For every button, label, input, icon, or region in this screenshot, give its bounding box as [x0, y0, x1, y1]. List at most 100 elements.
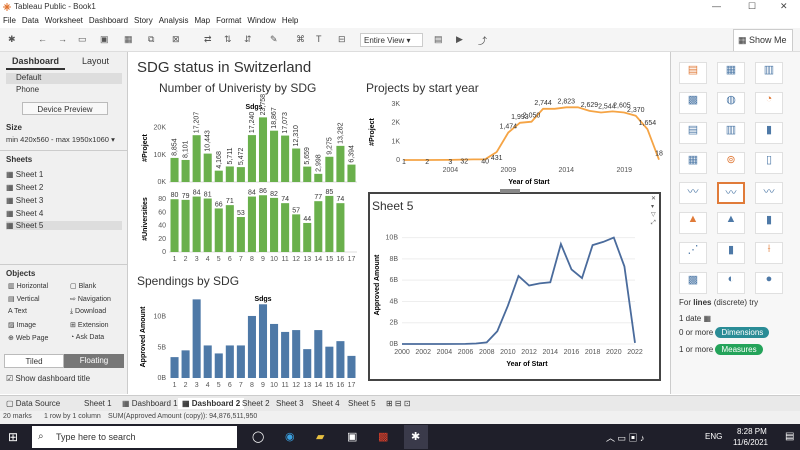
device-phone[interactable]: Phone — [16, 85, 39, 94]
taskbar-search[interactable]: ⌕ Type here to search — [32, 426, 237, 448]
menu-window[interactable]: Window — [244, 14, 278, 27]
labels-icon[interactable]: T — [316, 34, 322, 44]
size-select[interactable]: min 420x560 - max 1950x1060 ▾ — [6, 135, 115, 144]
show-cards-icon[interactable]: ▤ — [434, 34, 443, 45]
object-text[interactable]: A Text — [8, 308, 27, 315]
dual-lines-icon[interactable]: 〰 — [755, 182, 783, 204]
floating-button[interactable]: Floating — [64, 354, 124, 368]
tableau-home-icon[interactable]: ✱ — [8, 34, 16, 45]
container-controls[interactable]: ✕ ▾ ▽ ⤢ — [651, 195, 656, 227]
tab-sheet-4[interactable]: Sheet 4 — [308, 398, 344, 409]
swap-icon[interactable]: ⇄ — [204, 34, 212, 45]
highlight-table-icon[interactable]: ▥ — [755, 62, 783, 84]
object-horizontal[interactable]: ▥ Horizontal — [8, 282, 48, 290]
show-me-button[interactable]: ▦ Show Me — [733, 29, 793, 51]
circle-views-icon[interactable]: ⊚ — [717, 152, 745, 174]
symbol-map-icon[interactable]: ▩ — [679, 92, 707, 114]
clear-sheet-icon[interactable]: ⊠ — [172, 34, 180, 45]
heat-map-icon[interactable]: ▦ — [717, 62, 745, 84]
minimize-icon[interactable]: — — [712, 1, 721, 11]
object-web-page[interactable]: ⊕ Web Page — [8, 334, 48, 342]
bullet-icon[interactable]: ◐ — [717, 272, 745, 294]
close-icon[interactable]: ✕ — [780, 1, 788, 12]
tab-sheet-5[interactable]: Sheet 5 — [344, 398, 380, 409]
task-view-icon[interactable]: ◯ — [252, 430, 264, 443]
sheet-item-1[interactable]: ▦ Sheet 1 — [6, 170, 43, 179]
horizontal-bars-icon[interactable]: ▤ — [679, 122, 707, 144]
histogram-icon[interactable]: ▮ — [717, 242, 745, 264]
share-icon[interactable]: ⤴ — [478, 34, 487, 47]
device-default[interactable]: Default — [6, 73, 122, 84]
side-by-side-circles-icon[interactable]: ▯ — [755, 152, 783, 174]
tray-icons[interactable]: ︿ ▭ ▣ ♪ — [606, 431, 645, 444]
gantt-icon[interactable]: ▩ — [679, 272, 707, 294]
menu-format[interactable]: Format — [213, 14, 244, 27]
object-download[interactable]: ⤓ Download — [70, 308, 106, 316]
new-datasource-icon[interactable]: ▣ — [100, 34, 109, 45]
edge-icon[interactable]: ◉ — [285, 430, 295, 443]
tab-sheet-1[interactable]: Sheet 1 — [80, 398, 116, 409]
sheet-item-3[interactable]: ▦ Sheet 3 — [6, 196, 43, 205]
menu-data[interactable]: Data — [19, 14, 42, 27]
menu-story[interactable]: Story — [131, 14, 156, 27]
menu-help[interactable]: Help — [279, 14, 301, 27]
dual-combination-icon[interactable]: ▮ — [755, 212, 783, 234]
object-extension[interactable]: ⊞ Extension — [70, 321, 109, 329]
language-indicator[interactable]: ENG — [705, 432, 722, 441]
tab-dashboard-2[interactable]: ▦ Dashboard 2 — [178, 398, 245, 409]
side-by-side-bars-icon[interactable]: ▮ — [755, 122, 783, 144]
fit-view-select[interactable]: Entire View ▾ — [360, 33, 423, 47]
object-vertical[interactable]: ▤ Vertical — [8, 295, 40, 303]
undo-icon[interactable]: ← — [38, 34, 47, 44]
tab-dashboard-1[interactable]: ▦ Dashboard 1 — [118, 398, 182, 409]
area-continuous-icon[interactable]: ▲ — [679, 212, 707, 234]
menu-dashboard[interactable]: Dashboard — [86, 14, 131, 27]
area-discrete-icon[interactable]: ▲ — [717, 212, 745, 234]
redo-icon[interactable]: → — [58, 34, 67, 44]
sheet-item-4[interactable]: ▦ Sheet 4 — [6, 209, 43, 218]
tab-dashboard[interactable]: Dashboard — [6, 54, 66, 70]
menu-worksheet[interactable]: Worksheet — [42, 14, 86, 27]
group-icon[interactable]: ⌘ — [296, 34, 305, 45]
treemap-icon[interactable]: ▦ — [679, 152, 707, 174]
tab-layout[interactable]: Layout — [76, 54, 115, 68]
menu-map[interactable]: Map — [192, 14, 214, 27]
new-tab-icons[interactable]: ⊞ ⊟ ⊡ — [382, 398, 415, 409]
store-icon[interactable]: ▣ — [347, 430, 357, 443]
object-navigation[interactable]: ⇨ Navigation — [70, 295, 111, 303]
notifications-icon[interactable]: ▤ — [785, 431, 794, 442]
device-preview-button[interactable]: Device Preview — [22, 102, 108, 115]
sheet-item-5[interactable]: ▦ Sheet 5 — [6, 221, 122, 230]
object-blank[interactable]: ▢ Blank — [70, 282, 96, 290]
object-image[interactable]: ▨ Image — [8, 321, 36, 329]
scatter-plot-icon[interactable]: ⋰ — [679, 242, 707, 264]
continuous-lines-icon[interactable]: 〰 — [679, 182, 707, 204]
office-icon[interactable]: ▩ — [378, 430, 388, 443]
tiled-button[interactable]: Tiled — [4, 354, 64, 368]
tab-data-source[interactable]: ▢ Data Source — [2, 398, 64, 409]
presentation-icon[interactable]: ▶ — [456, 34, 463, 45]
windows-start-icon[interactable]: ⊞ — [8, 430, 18, 444]
pie-chart-icon[interactable]: ◔ — [755, 92, 783, 114]
tableau-taskbar-icon[interactable]: ✱ — [404, 425, 428, 449]
tab-sheet-3[interactable]: Sheet 3 — [272, 398, 308, 409]
clock-date[interactable]: 11/6/2021 — [733, 438, 768, 447]
discrete-lines-icon[interactable]: 〰 — [717, 182, 745, 204]
box-whisker-icon[interactable]: ⟊ — [755, 242, 783, 264]
sort-asc-icon[interactable]: ⇅ — [224, 34, 232, 45]
duplicate-icon[interactable]: ⧉ — [148, 34, 154, 45]
save-icon[interactable]: ▭ — [78, 34, 87, 45]
menu-file[interactable]: File — [0, 14, 19, 27]
sort-desc-icon[interactable]: ⇵ — [244, 34, 252, 45]
sheet-item-2[interactable]: ▦ Sheet 2 — [6, 183, 43, 192]
stacked-bars-icon[interactable]: ▥ — [717, 122, 745, 144]
highlight-icon[interactable]: ✎ — [270, 34, 278, 45]
tab-sheet-2[interactable]: Sheet 2 — [238, 398, 274, 409]
sheet5-container[interactable] — [368, 192, 661, 381]
menu-analysis[interactable]: Analysis — [156, 14, 192, 27]
text-table-icon[interactable]: ▤ — [679, 62, 707, 84]
drag-handle[interactable] — [500, 189, 520, 193]
fix-axes-icon[interactable]: ⊟ — [338, 34, 346, 45]
packed-bubbles-icon[interactable]: ● — [755, 272, 783, 294]
file-explorer-icon[interactable]: ▰ — [316, 430, 324, 443]
